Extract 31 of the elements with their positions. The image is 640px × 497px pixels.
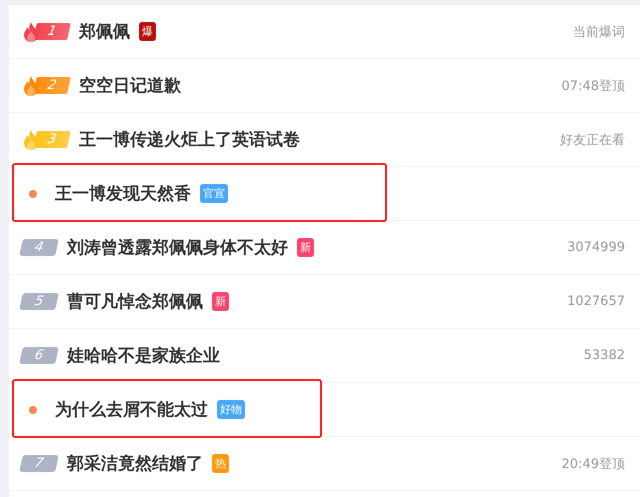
rank-badge: 1: [33, 23, 71, 40]
rank-badge: 7: [19, 455, 59, 472]
topic-link[interactable]: 空空日记道歉: [79, 74, 181, 97]
topic-link[interactable]: 刘涛曾透露郑佩佩身体不太好: [67, 236, 288, 259]
topic-link[interactable]: 王一博传递火炬上了英语试卷: [79, 128, 300, 151]
topic-meta: 1027657: [567, 294, 625, 309]
bullet-dot: [29, 190, 37, 198]
topic-link[interactable]: 曹可凡悼念郑佩佩: [67, 290, 203, 313]
flame-icon: [21, 128, 41, 150]
topic-link[interactable]: 王一博发现天然香: [55, 182, 191, 205]
topic-tag: 官宣: [200, 184, 228, 203]
topic-meta: 好友正在看: [560, 132, 625, 148]
bullet-dot: [29, 406, 37, 414]
flame-icon: [21, 74, 41, 96]
topic-meta: 07:48登顶: [562, 78, 625, 94]
topic-tag: 爆: [139, 22, 156, 41]
rank-badge: 4: [19, 239, 59, 256]
topic-link[interactable]: 郭采洁竟然结婚了: [67, 452, 203, 475]
topic-tag: 新: [212, 292, 229, 311]
rank-badge: 6: [19, 347, 59, 364]
topic-meta: 53382: [584, 348, 625, 363]
topic-meta: 3074999: [567, 240, 625, 255]
topic-link[interactable]: 郑佩佩: [79, 20, 130, 43]
topic-link[interactable]: 为什么去屑不能太过: [55, 398, 208, 421]
topic-meta: 当前爆词: [573, 24, 625, 40]
topic-link[interactable]: 娃哈哈不是家族企业: [67, 344, 220, 367]
topic-meta: 20:49登顶: [562, 456, 625, 472]
topic-tag: 热: [212, 454, 229, 473]
topic-tag: 好物: [217, 400, 245, 419]
topic-tag: 新: [297, 238, 314, 257]
rank-badge: 5: [19, 293, 59, 310]
